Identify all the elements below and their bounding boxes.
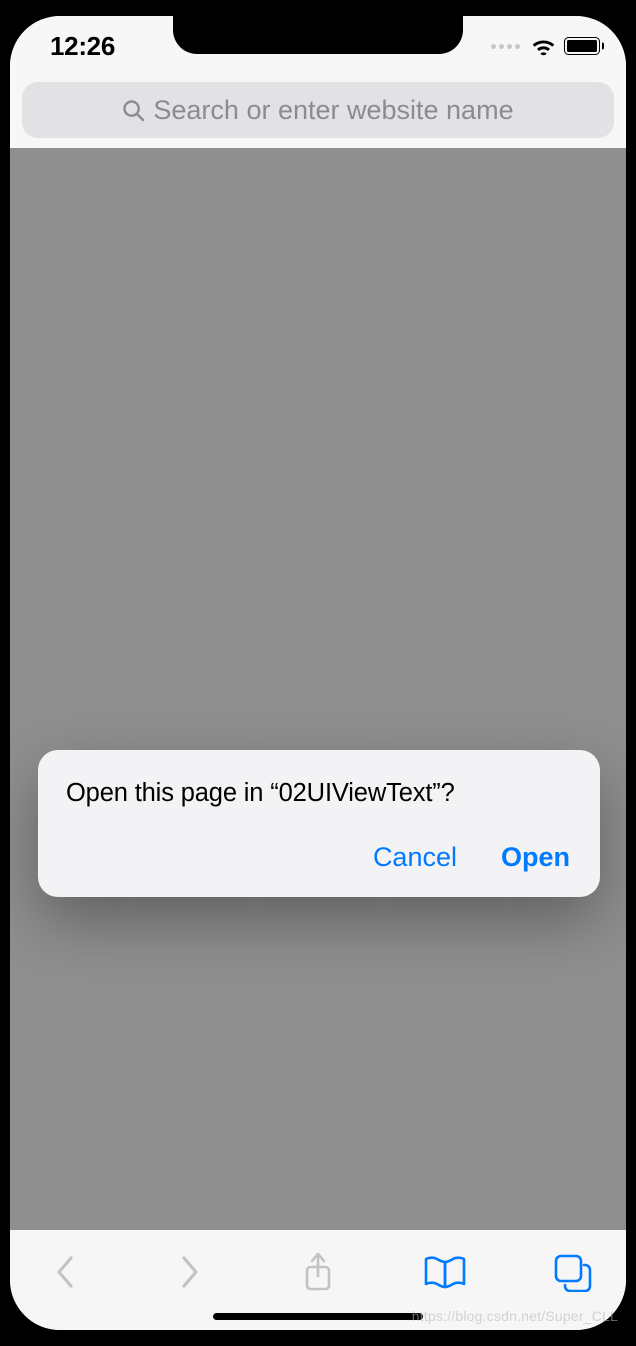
watermark-text: https://blog.csdn.net/Super_CLL bbox=[412, 1308, 618, 1324]
alert-message: Open this page in “02UIViewText”? bbox=[66, 778, 572, 810]
share-icon bbox=[302, 1251, 334, 1293]
cancel-button[interactable]: Cancel bbox=[373, 842, 457, 873]
alert-actions: Cancel Open bbox=[66, 842, 572, 883]
url-search-bar[interactable]: Search or enter website name bbox=[22, 82, 614, 138]
url-bar-area: Search or enter website name bbox=[10, 72, 626, 148]
screen: 12:26 bbox=[10, 16, 626, 1330]
page-content-dimmed: Open this page in “02UIViewText”? Cancel… bbox=[10, 148, 626, 1230]
chevron-right-icon bbox=[180, 1254, 202, 1290]
open-button[interactable]: Open bbox=[501, 842, 570, 873]
back-button[interactable] bbox=[36, 1244, 92, 1300]
share-button[interactable] bbox=[290, 1244, 346, 1300]
battery-icon bbox=[564, 37, 600, 55]
bookmarks-button[interactable] bbox=[417, 1244, 473, 1300]
status-time: 12:26 bbox=[50, 31, 115, 62]
wifi-icon bbox=[531, 37, 556, 56]
url-placeholder: Search or enter website name bbox=[153, 95, 513, 126]
tabs-button[interactable] bbox=[544, 1244, 600, 1300]
home-indicator[interactable] bbox=[213, 1313, 423, 1320]
tabs-icon bbox=[552, 1252, 592, 1292]
cellular-dots-icon bbox=[491, 44, 520, 49]
forward-button[interactable] bbox=[163, 1244, 219, 1300]
status-icons bbox=[491, 37, 600, 56]
search-icon bbox=[122, 99, 145, 122]
notch bbox=[173, 16, 463, 54]
open-in-app-alert: Open this page in “02UIViewText”? Cancel… bbox=[38, 750, 600, 897]
book-icon bbox=[423, 1254, 467, 1290]
chevron-left-icon bbox=[53, 1254, 75, 1290]
device-frame: 12:26 bbox=[0, 0, 636, 1346]
